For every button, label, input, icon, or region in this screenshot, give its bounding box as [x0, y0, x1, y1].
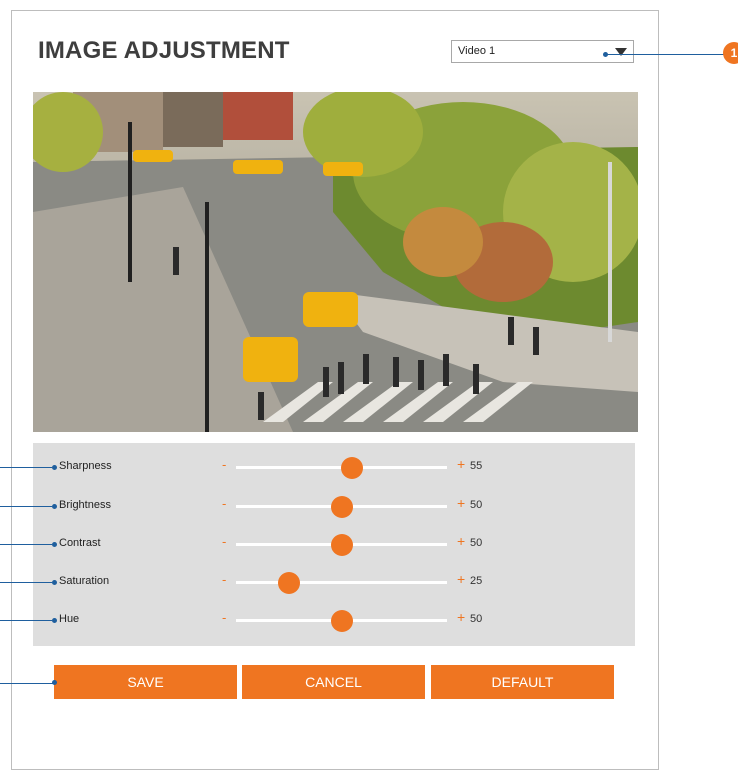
callout-line	[0, 506, 52, 507]
brightness-value: 50	[470, 499, 483, 511]
slider-row-hue: Hue - +50	[0, 609, 635, 632]
saturation-label: Saturation	[59, 575, 110, 587]
brightness-slider-thumb[interactable]	[330, 496, 353, 518]
brightness-decrease[interactable]: -	[222, 496, 226, 511]
sharpness-label: Sharpness	[59, 460, 112, 472]
contrast-value: 50	[470, 537, 483, 549]
callout-line	[0, 683, 54, 684]
sharpness-increase[interactable]: +	[457, 456, 465, 472]
sharpness-value: 55	[470, 460, 483, 472]
contrast-decrease[interactable]: -	[222, 534, 226, 549]
callout-dot	[52, 542, 57, 547]
saturation-slider-track[interactable]	[236, 581, 447, 584]
default-button[interactable]: DEFAULT	[431, 665, 614, 699]
video-select-value: Video 1	[458, 45, 496, 57]
callout-line	[0, 467, 52, 468]
callout-line	[606, 54, 725, 55]
callout-dot	[52, 580, 57, 585]
callout-line	[0, 582, 52, 583]
hue-label: Hue	[59, 613, 80, 625]
hue-slider-thumb[interactable]	[330, 610, 353, 632]
brightness-increase[interactable]: +	[457, 495, 465, 511]
cancel-button[interactable]: CANCEL	[242, 665, 425, 699]
slider-row-sharpness: Sharpness - +55	[0, 456, 635, 479]
callout-dot	[52, 504, 57, 509]
slider-row-brightness: Brightness - +50	[0, 495, 635, 518]
hue-decrease[interactable]: -	[222, 610, 226, 625]
saturation-increase[interactable]: +	[457, 571, 465, 587]
contrast-slider-thumb[interactable]	[330, 534, 353, 556]
contrast-increase[interactable]: +	[457, 533, 465, 549]
page-title: IMAGE ADJUSTMENT	[38, 37, 290, 64]
street-scene-photo-icon	[33, 92, 638, 432]
callout-badge: 1	[723, 42, 738, 64]
callout-line	[0, 620, 52, 621]
slider-row-contrast: Contrast - +50	[0, 533, 635, 556]
saturation-decrease[interactable]: -	[222, 572, 226, 587]
contrast-label: Contrast	[59, 537, 101, 549]
slider-row-saturation: Saturation - +25	[0, 571, 635, 594]
callout-dot	[52, 465, 57, 470]
saturation-value: 25	[470, 575, 483, 587]
callout-line	[0, 544, 52, 545]
sharpness-decrease[interactable]: -	[222, 457, 226, 472]
callout-dot	[52, 618, 57, 623]
camera-preview	[33, 92, 638, 432]
sharpness-slider-thumb[interactable]	[341, 457, 364, 479]
hue-increase[interactable]: +	[457, 609, 465, 625]
saturation-slider-thumb[interactable]	[277, 572, 300, 594]
save-button[interactable]: SAVE	[54, 665, 237, 699]
hue-value: 50	[470, 613, 483, 625]
adjustment-sliders: Sharpness - +55 Brightness - +50 Contrast - +50 S…	[0, 443, 635, 646]
brightness-label: Brightness	[59, 499, 111, 511]
